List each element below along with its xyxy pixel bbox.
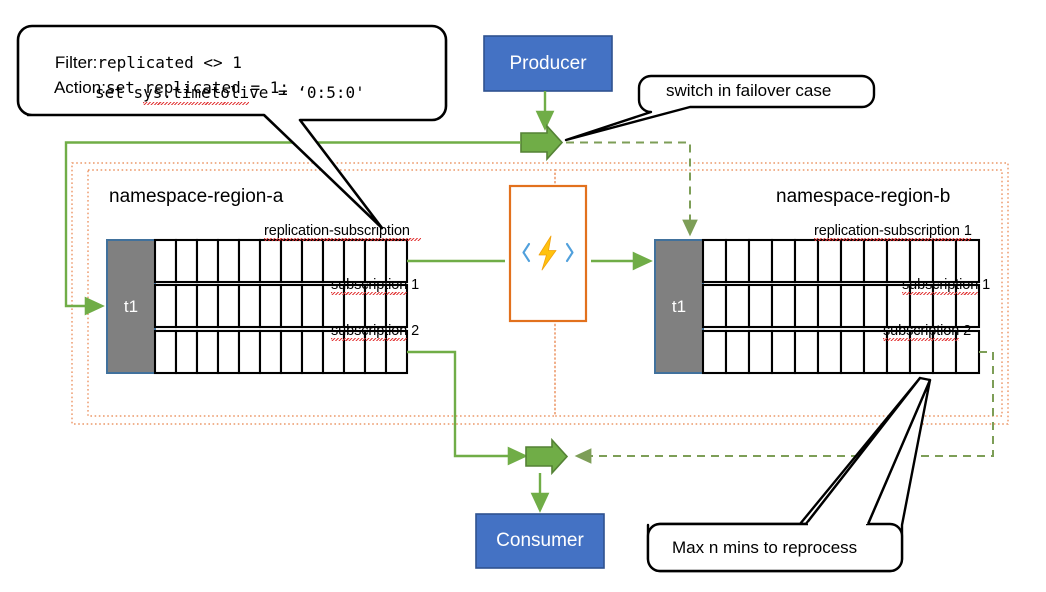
- region-a-label-replication-subscription: replication-subscription: [264, 223, 410, 239]
- producer-label: Producer: [509, 52, 587, 74]
- spellcheck-underline: [331, 338, 407, 341]
- switch-callout-text: switch in failover case: [666, 81, 832, 100]
- switch-block-arrow-top[interactable]: [520, 123, 564, 162]
- diagram-canvas: Producer Consumer t1 t1 namespace-region…: [0, 0, 1046, 592]
- spellcheck-underline: [331, 292, 407, 295]
- consumer-label: Consumer: [496, 530, 584, 551]
- region-a-row-replication-subscription: [153, 238, 409, 284]
- region-b-label-replication-subscription-1: replication-subscription 1: [814, 223, 972, 239]
- spellcheck-underline: [143, 102, 249, 105]
- region-a-title: namespace-region-a: [109, 186, 284, 207]
- region-b-label-subscription-1: subscription 1: [902, 277, 991, 293]
- spellcheck-underline: [902, 292, 978, 295]
- region-b-row-replication-subscription-1: [701, 238, 981, 284]
- spellcheck-underline: [264, 238, 421, 241]
- region-a-label-subscription-1: subscription 1: [331, 277, 420, 293]
- connector-region-a-sub2-to-join: [407, 350, 528, 466]
- spellcheck-underline: [883, 338, 959, 341]
- reprocess-callout-text: Max n mins to reprocess: [672, 538, 858, 557]
- region-a-label-subscription-2: subscription 2: [331, 323, 420, 339]
- region-b-topic-label: t1: [671, 296, 687, 316]
- spellcheck-underline: [814, 238, 971, 241]
- rule-callout-line-3: set sys.timetolive = ‘0:5:0': [95, 83, 365, 102]
- switch-block-arrow-bottom[interactable]: [525, 437, 569, 476]
- region-a-topic-label: t1: [123, 296, 139, 316]
- region-b-title: namespace-region-b: [776, 186, 951, 207]
- region-b-label-subscription-2: subscription 2: [883, 323, 972, 339]
